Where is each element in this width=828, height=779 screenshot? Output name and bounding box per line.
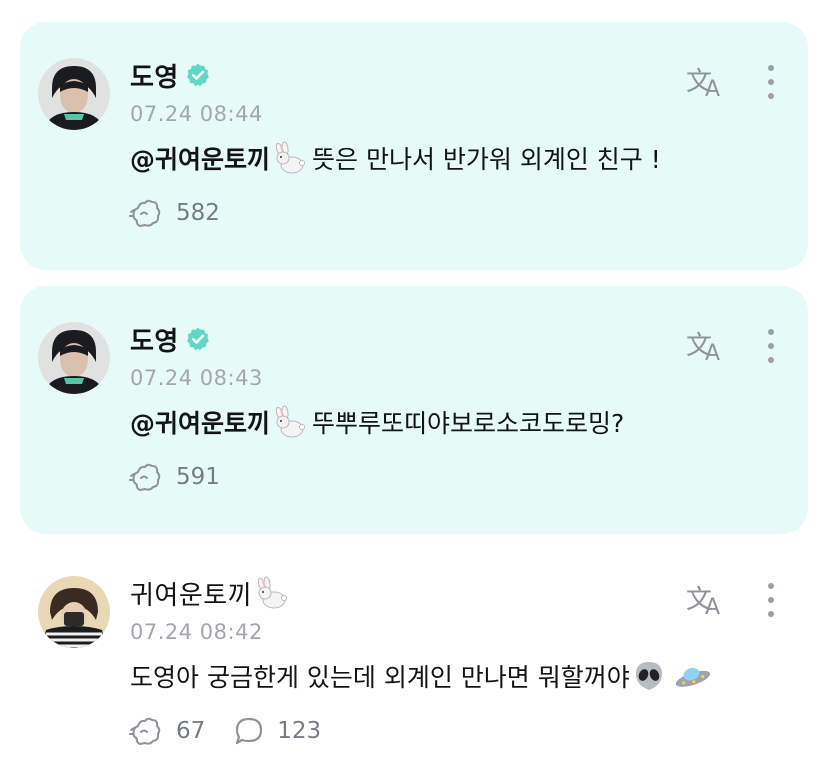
post-timestamp: 07.24 08:42 xyxy=(130,620,263,644)
translate-icon[interactable]: 文 A xyxy=(684,582,728,618)
like-count: 591 xyxy=(176,464,220,490)
svg-text:A: A xyxy=(705,77,720,100)
post-text: 뚜뿌루또띠야보로소코도로밍? xyxy=(312,409,625,438)
like-count: 582 xyxy=(176,200,220,226)
post-timestamp: 07.24 08:43 xyxy=(130,366,263,390)
flying-saucer-emoji xyxy=(675,667,710,687)
author-name[interactable]: 도영 xyxy=(130,321,179,358)
post-timestamp: 07.24 08:44 xyxy=(130,102,263,126)
author-name[interactable]: 귀여운토끼 xyxy=(130,575,252,612)
author-row: 도영 xyxy=(130,57,211,94)
author-row: 도영 xyxy=(130,321,211,358)
rabbit-emoji xyxy=(275,141,306,174)
post-text: 뜻은 만나서 반가워 외계인 친구 ! xyxy=(312,145,661,174)
more-vertical-icon[interactable] xyxy=(760,62,782,102)
verified-badge-icon xyxy=(186,327,209,351)
more-vertical-icon[interactable] xyxy=(760,580,782,620)
author-name[interactable]: 도영 xyxy=(130,57,179,94)
post-message: @귀여운토끼 뜻은 만나서 반가워 외계인 친구 ! xyxy=(130,140,661,176)
post-message: @귀여운토끼 뚜뿌루또띠야보로소코도로밍? xyxy=(130,404,624,440)
like-button[interactable]: 582 xyxy=(128,198,220,228)
post-stats: 582 xyxy=(128,198,248,228)
rabbit-paw-like-icon xyxy=(129,463,161,491)
mention-link[interactable]: @귀여운토끼 xyxy=(130,404,270,440)
like-button[interactable]: 67 xyxy=(128,716,205,746)
more-vertical-icon[interactable] xyxy=(760,326,782,366)
post-card[interactable]: 도영 07.24 08:43 @귀여운토끼 뚜뿌루또띠야보로소코도로밍? 591 xyxy=(20,286,808,534)
rabbit-paw-like-icon xyxy=(129,717,161,745)
like-button[interactable]: 591 xyxy=(128,462,220,492)
author-row: 귀여운토끼 xyxy=(130,575,288,612)
post-text: 도영아 궁금한게 있는데 외계인 만나면 뭐할꺼야 xyxy=(130,663,630,692)
post-card[interactable]: 귀여운토끼 07.24 08:42 도영아 궁금한게 있는데 외계인 만나면 뭐… xyxy=(20,548,808,778)
reply-count: 123 xyxy=(277,718,322,744)
post-stats: 591 xyxy=(128,462,248,492)
svg-text:A: A xyxy=(705,595,720,618)
alien-emoji xyxy=(635,662,662,690)
reply-button[interactable]: 123 xyxy=(233,716,321,746)
avatar[interactable] xyxy=(38,58,110,130)
avatar[interactable] xyxy=(38,576,110,648)
post-card[interactable]: 도영 07.24 08:44 @귀여운토끼 뜻은 만나서 반가워 외계인 친구 … xyxy=(20,22,808,270)
svg-text:A: A xyxy=(705,341,720,364)
rabbit-emoji xyxy=(257,576,288,609)
speech-bubble-icon xyxy=(236,717,263,745)
translate-icon[interactable]: 文 A xyxy=(684,64,728,100)
post-message: 도영아 궁금한게 있는데 외계인 만나면 뭐할꺼야 xyxy=(130,658,712,694)
mention-link[interactable]: @귀여운토끼 xyxy=(130,140,270,176)
like-count: 67 xyxy=(176,718,206,744)
post-stats: 67 123 xyxy=(128,716,349,746)
rabbit-emoji xyxy=(275,405,306,438)
translate-icon[interactable]: 文 A xyxy=(684,328,728,364)
avatar[interactable] xyxy=(38,322,110,394)
rabbit-paw-like-icon xyxy=(129,199,161,227)
verified-badge-icon xyxy=(186,63,209,87)
